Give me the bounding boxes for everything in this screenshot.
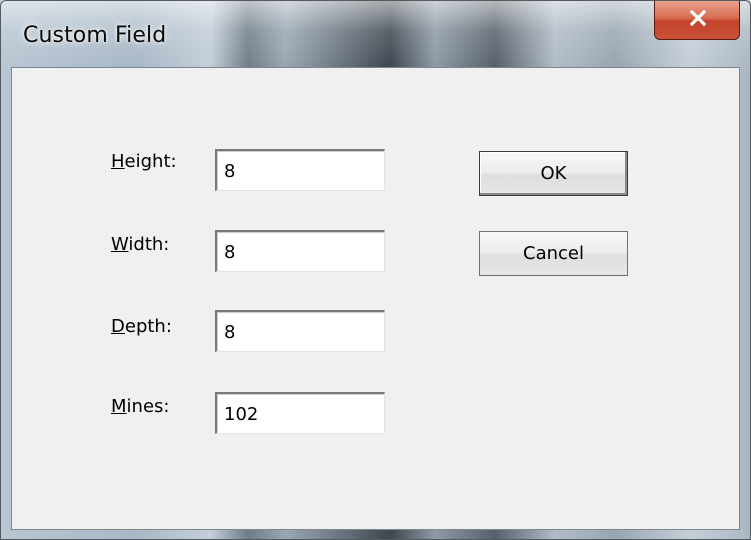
- mines-label: Mines:: [111, 396, 169, 417]
- width-input[interactable]: 8: [215, 230, 385, 272]
- depth-label-accelerator: D: [111, 316, 125, 337]
- height-input[interactable]: 8: [215, 149, 385, 191]
- width-label-text: idth:: [128, 234, 170, 255]
- mines-input[interactable]: 102: [215, 392, 385, 434]
- depth-input[interactable]: 8: [215, 310, 385, 352]
- depth-label-text: epth:: [124, 316, 172, 337]
- width-label: Width:: [111, 234, 169, 255]
- height-label: Height:: [111, 151, 177, 172]
- mines-label-text: ines:: [126, 396, 170, 417]
- mines-label-accelerator: M: [111, 396, 127, 417]
- depth-label: Depth:: [111, 316, 172, 337]
- height-label-accelerator: H: [111, 151, 125, 172]
- close-icon: [689, 10, 707, 26]
- ok-button[interactable]: OK: [479, 151, 628, 196]
- height-label-text: eight:: [124, 151, 177, 172]
- window-title: Custom Field: [23, 23, 167, 48]
- custom-field-dialog: Custom Field Height: 8 Width: 8 Depth: 8…: [0, 0, 751, 540]
- close-button[interactable]: [654, 1, 740, 40]
- width-label-accelerator: W: [111, 234, 129, 255]
- title-bar[interactable]: Custom Field: [1, 1, 750, 67]
- dialog-body: Height: 8 Width: 8 Depth: 8 Mines: 102 O…: [11, 67, 740, 530]
- cancel-button[interactable]: Cancel: [479, 231, 628, 276]
